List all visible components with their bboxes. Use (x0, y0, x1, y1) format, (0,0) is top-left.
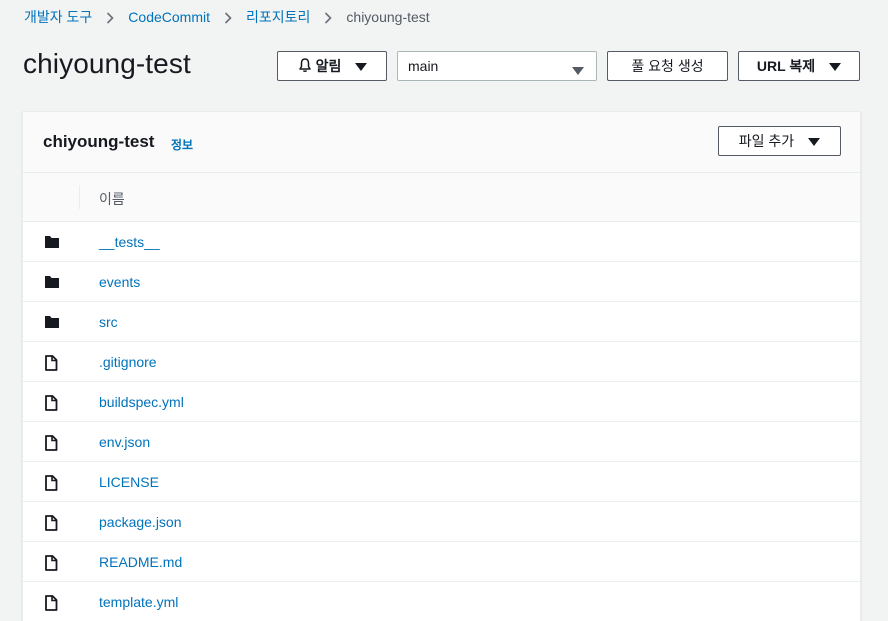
file-icon (44, 555, 60, 571)
page-title: chiyoung-test (23, 48, 191, 79)
branch-select[interactable]: main (397, 51, 597, 81)
file-icon (44, 395, 60, 411)
file-link[interactable]: README.md (99, 554, 182, 570)
branch-value: main (408, 58, 439, 74)
caret-down-icon (808, 133, 821, 149)
chevron-right-icon (310, 9, 346, 25)
file-link[interactable]: buildspec.yml (99, 394, 184, 410)
file-icon (44, 515, 60, 531)
file-link[interactable]: template.yml (99, 594, 178, 610)
file-link[interactable]: package.json (99, 514, 182, 530)
file-icon (44, 595, 60, 611)
file-row: LICENSE (23, 462, 860, 502)
breadcrumb-codecommit[interactable]: CodeCommit (128, 9, 210, 25)
clone-url-label: URL 복제 (756, 58, 816, 74)
notify-label: 알림 (315, 58, 342, 74)
panel-title: chiyoung-test (43, 132, 155, 151)
panel-header: chiyoung-test 정보 파일 추가 (23, 112, 860, 173)
file-icon (44, 435, 60, 451)
file-row: template.yml (23, 582, 860, 621)
breadcrumb: 개발자 도구 CodeCommit 리포지토리 chiyoung-test (24, 8, 430, 26)
folder-icon (44, 315, 60, 331)
file-row: .gitignore (23, 342, 860, 382)
clone-url-button[interactable]: URL 복제 (738, 51, 860, 81)
column-divider (79, 185, 80, 209)
column-header-name[interactable]: 이름 (99, 189, 125, 209)
file-row: package.json (23, 502, 860, 542)
add-file-button[interactable]: 파일 추가 (718, 126, 841, 156)
file-icon (44, 355, 60, 371)
caret-down-icon (829, 58, 842, 74)
caret-down-icon (572, 62, 584, 78)
breadcrumb-developer-tools[interactable]: 개발자 도구 (24, 7, 92, 27)
chevron-right-icon (92, 9, 128, 25)
file-row: env.json (23, 422, 860, 462)
file-link[interactable]: events (99, 274, 140, 290)
file-list: __tests__events src .gitignore buildspec.ym… (23, 222, 860, 621)
folder-icon (44, 235, 60, 251)
file-row: __tests__ (23, 222, 860, 262)
file-link[interactable]: __tests__ (99, 234, 160, 250)
file-link[interactable]: src (99, 314, 118, 330)
table-header: 이름 (23, 173, 860, 222)
chevron-right-icon (210, 9, 246, 25)
file-row: README.md (23, 542, 860, 582)
caret-down-icon (355, 58, 368, 74)
notify-button[interactable]: 알림 (277, 51, 387, 81)
file-row: events (23, 262, 860, 302)
folder-icon (44, 275, 60, 291)
file-link[interactable]: .gitignore (99, 354, 157, 370)
create-pull-request-button[interactable]: 풀 요청 생성 (607, 51, 728, 81)
file-link[interactable]: LICENSE (99, 474, 159, 490)
file-icon (44, 475, 60, 491)
info-link[interactable]: 정보 (171, 136, 193, 153)
bell-icon (297, 57, 313, 76)
breadcrumb-repositories[interactable]: 리포지토리 (246, 7, 310, 27)
repository-panel: chiyoung-test 정보 파일 추가 이름 __tests__event… (22, 111, 861, 621)
file-link[interactable]: env.json (99, 434, 150, 450)
file-row: buildspec.yml (23, 382, 860, 422)
breadcrumb-current: chiyoung-test (346, 9, 430, 25)
add-file-label: 파일 추가 (738, 133, 795, 149)
file-row: src (23, 302, 860, 342)
